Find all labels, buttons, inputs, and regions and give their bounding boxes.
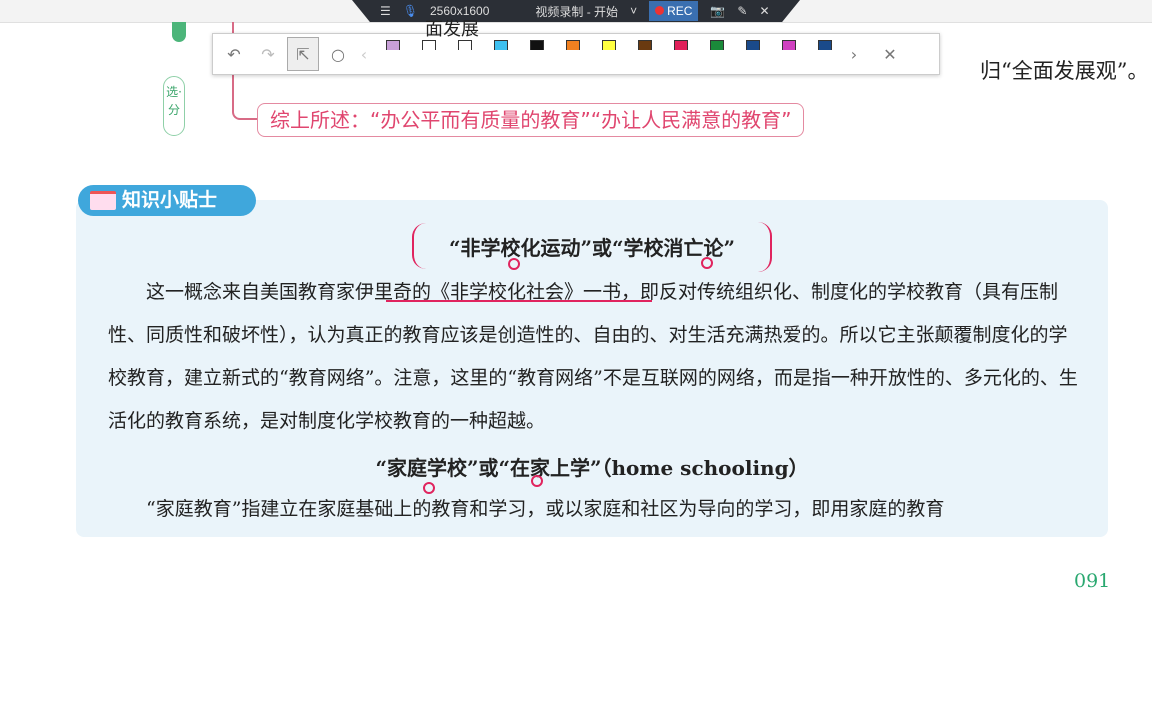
pen-color-icon[interactable] bbox=[386, 40, 400, 68]
scroll-right-icon[interactable]: › bbox=[847, 38, 861, 70]
record-title[interactable]: 视频录制 - 开始 bbox=[535, 3, 618, 20]
page-number: 091 bbox=[1074, 570, 1111, 592]
pen-color-icon[interactable] bbox=[746, 40, 760, 68]
ink-paren-right bbox=[756, 222, 772, 272]
ink-circle bbox=[531, 475, 543, 487]
redo-icon[interactable]: ↷ bbox=[253, 38, 283, 70]
recording-toolbar: ☰ 🎙 2560x1600 视频录制 - 开始 ˅ REC 📷 ✎ ✕ bbox=[352, 0, 800, 22]
pen-color-icon[interactable] bbox=[674, 40, 688, 68]
ink-circle bbox=[423, 482, 435, 494]
pen-color-icon[interactable] bbox=[818, 40, 832, 68]
annotation-toolbar: ↶ ↷ ⇱ ○ ‹ › ✕ bbox=[212, 33, 940, 75]
pen-color-icon[interactable] bbox=[494, 40, 508, 68]
paragraph-1: 这一概念来自美国教育家伊里奇的《非学校化社会》一书，即反对传统组织化、制度化的学… bbox=[108, 281, 1078, 432]
summary-box: 综上所述：“办公平而有质量的教育”“办让人民满意的教育” bbox=[257, 103, 805, 137]
pen-color-icon[interactable] bbox=[638, 40, 652, 68]
tag-marker bbox=[172, 22, 186, 42]
undo-icon[interactable]: ↶ bbox=[219, 38, 249, 70]
scroll-left-icon[interactable]: ‹ bbox=[357, 38, 371, 70]
tips-badge: 知识小贴士 bbox=[78, 185, 256, 216]
pointer-icon[interactable]: ⇱ bbox=[287, 37, 319, 71]
pen-color-icon[interactable] bbox=[710, 40, 724, 68]
resolution-label[interactable]: 2560x1600 bbox=[430, 4, 489, 18]
menu-icon[interactable]: ☰ bbox=[380, 4, 391, 18]
ink-circle bbox=[508, 258, 520, 270]
side-tag: 选·分 bbox=[163, 76, 185, 136]
pen-color-icon[interactable] bbox=[458, 40, 472, 68]
camera-icon[interactable]: 📷 bbox=[710, 4, 725, 18]
ink-paren-left bbox=[412, 223, 428, 269]
pen-icon[interactable]: ✎ bbox=[737, 4, 747, 18]
ink-circle bbox=[701, 257, 713, 269]
heading-1: “非学校化运动”或“学校消亡论” bbox=[448, 236, 735, 260]
lasso-icon[interactable]: ○ bbox=[323, 38, 353, 70]
book-icon bbox=[90, 191, 116, 210]
partial-heading: 面发展 bbox=[425, 19, 479, 40]
ink-underline bbox=[386, 300, 652, 302]
mic-icon[interactable]: 🎙 bbox=[403, 4, 418, 18]
pen-color-icon[interactable] bbox=[602, 40, 616, 68]
dropdown-icon[interactable]: ˅ bbox=[630, 4, 637, 18]
pen-color-icon[interactable] bbox=[530, 40, 544, 68]
close-icon[interactable]: ✕ bbox=[759, 4, 769, 18]
pen-color-icon[interactable] bbox=[422, 40, 436, 68]
paragraph-2: “家庭教育”指建立在家庭基础上的教育和学习，或以家庭和社区为导向的学习，即用家庭… bbox=[146, 498, 945, 520]
close-toolbar-icon[interactable]: ✕ bbox=[875, 38, 905, 70]
heading-2: “家庭学校”或“在家上学”（home schooling） bbox=[375, 456, 809, 480]
pen-color-icon[interactable] bbox=[782, 40, 796, 68]
badge-label: 知识小贴士 bbox=[122, 189, 218, 211]
rec-button[interactable]: REC bbox=[649, 1, 699, 21]
pen-color-icon[interactable] bbox=[566, 40, 580, 68]
partial-text: 归“全面发展观”。 bbox=[980, 59, 1149, 83]
